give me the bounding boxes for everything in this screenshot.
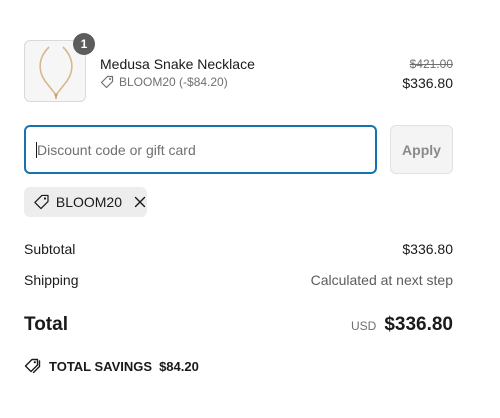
item-price: $336.80	[402, 75, 453, 91]
subtotal-value: $336.80	[402, 241, 453, 257]
text-cursor	[36, 142, 37, 158]
quantity-badge: 1	[73, 33, 95, 55]
total-label: Total	[24, 314, 68, 335]
item-discount-label: BLOOM20 (-$84.20)	[119, 75, 228, 89]
discount-code-input[interactable]	[24, 125, 377, 174]
total-value-group: USD $336.80	[351, 314, 453, 336]
tag-icon	[34, 194, 49, 210]
tags-icon	[24, 358, 41, 374]
applied-code-label: BLOOM20	[55, 194, 122, 210]
total-row: Total USD $336.80	[24, 312, 453, 338]
original-price: $421.00	[409, 57, 453, 71]
apply-button[interactable]: Apply	[390, 125, 453, 174]
currency-code: USD	[350, 319, 377, 333]
savings-amount: $84.20	[159, 358, 199, 374]
subtotal-label: Subtotal	[24, 241, 76, 257]
product-name: Medusa Snake Necklace	[100, 56, 255, 72]
remove-discount-button[interactable]	[132, 194, 147, 210]
total-savings: TOTAL SAVINGS $84.20	[24, 358, 199, 374]
item-discount: BLOOM20 (-$84.20)	[100, 75, 228, 89]
total-amount: $336.80	[384, 314, 453, 335]
savings-label: TOTAL SAVINGS	[49, 358, 153, 374]
product-thumbnail: 1	[24, 33, 95, 102]
shipping-label: Shipping	[24, 272, 79, 288]
shipping-value: Calculated at next step	[310, 272, 453, 288]
line-item: 1 Medusa Snake Necklace BLOOM20 (-$84.20…	[24, 33, 453, 102]
tag-icon	[100, 75, 114, 89]
close-icon	[134, 196, 145, 208]
applied-discount-chip: BLOOM20	[24, 187, 147, 217]
